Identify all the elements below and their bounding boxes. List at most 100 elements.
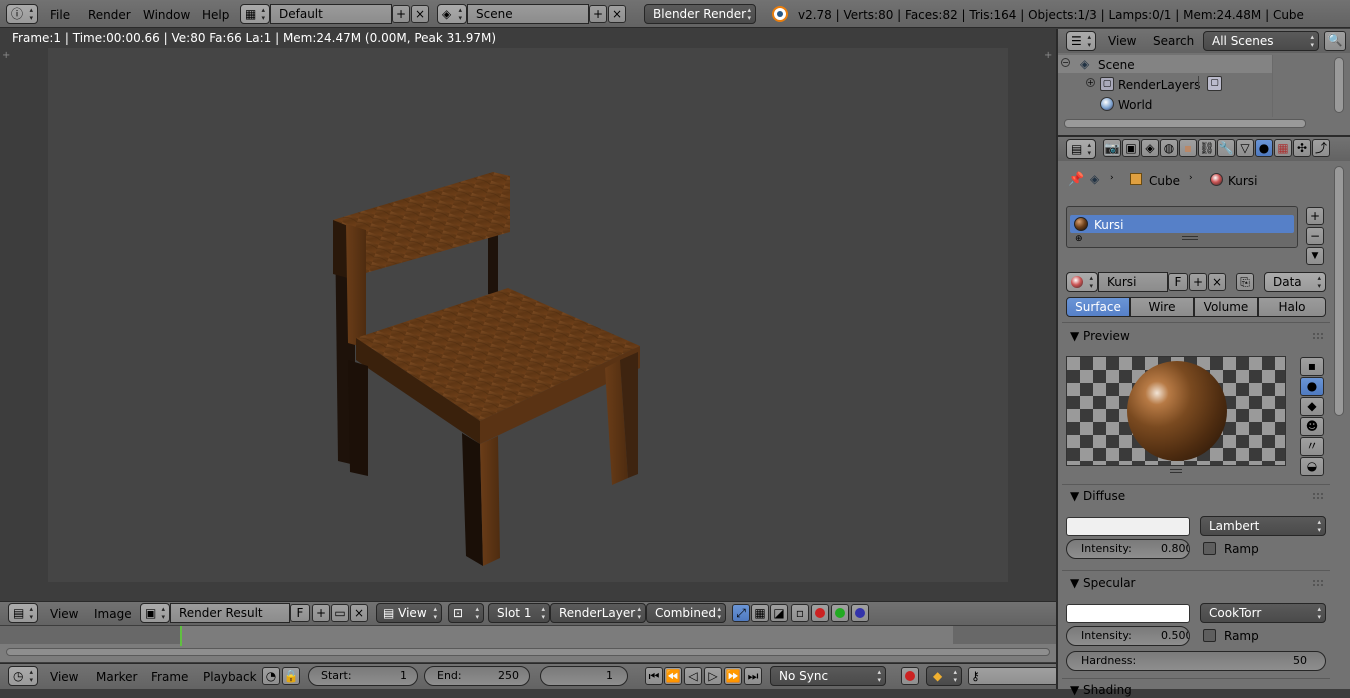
list-filter-icon[interactable]: ⊕: [1075, 234, 1083, 244]
tab-wire[interactable]: Wire: [1130, 297, 1194, 317]
display-alpha-button[interactable]: ▦: [751, 604, 769, 622]
keying-set-dropdown[interactable]: ◆: [926, 666, 962, 686]
list-resize-handle[interactable]: [1182, 236, 1198, 240]
display-zbuffer-button[interactable]: ◪: [770, 604, 788, 622]
physics-tab-icon[interactable]: ⤴: [1312, 139, 1330, 157]
tab-halo[interactable]: Halo: [1258, 297, 1326, 317]
start-frame-field[interactable]: Start: 1: [308, 666, 418, 686]
specular-shader-dropdown[interactable]: CookTorr: [1200, 603, 1326, 623]
add-material-slot-button[interactable]: +: [1306, 207, 1324, 225]
red-channel-button[interactable]: [811, 604, 829, 622]
sync-mode-dropdown[interactable]: No Sync: [770, 666, 886, 686]
modifiers-tab-icon[interactable]: 🔧: [1217, 139, 1235, 157]
preview-panel-header[interactable]: ▼ Preview: [1070, 328, 1130, 344]
expand-icon[interactable]: +: [1086, 78, 1095, 87]
timeline-editor-type-button[interactable]: ◷: [8, 666, 38, 686]
menu-file[interactable]: File: [50, 7, 70, 23]
pivot-dropdown[interactable]: ⊡: [448, 603, 484, 623]
jump-keyframe-back-button[interactable]: ⏪: [664, 667, 682, 685]
outliner-item-renderlayers[interactable]: RenderLayers: [1118, 77, 1200, 93]
new-material-button[interactable]: +: [1189, 273, 1207, 291]
timeline-menu-playback[interactable]: Playback: [203, 669, 257, 685]
jump-end-button[interactable]: ⏭: [744, 667, 762, 685]
current-frame-field[interactable]: 1: [540, 666, 628, 686]
texture-tab-icon[interactable]: ▦: [1274, 139, 1292, 157]
add-scene-button[interactable]: +: [589, 5, 607, 23]
particles-tab-icon[interactable]: ✣: [1293, 139, 1311, 157]
constraints-tab-icon[interactable]: ⛓: [1198, 139, 1216, 157]
display-channels-button[interactable]: ▫: [791, 604, 809, 622]
menu-window[interactable]: Window: [143, 7, 190, 23]
image-menu-view[interactable]: View: [50, 606, 78, 622]
properties-vscrollbar[interactable]: [1334, 166, 1344, 416]
scene-icon-button[interactable]: ◈: [437, 4, 467, 24]
unlink-material-button[interactable]: ×: [1208, 273, 1226, 291]
area-split-corner-icon[interactable]: +: [2, 50, 10, 61]
material-link-dropdown[interactable]: Data: [1264, 272, 1326, 292]
specular-intensity-slider[interactable]: Intensity: 0.500: [1066, 626, 1190, 646]
timeline-scrollbar[interactable]: [6, 648, 1050, 656]
record-button[interactable]: [901, 667, 919, 685]
render-tab-icon[interactable]: 📷: [1103, 139, 1121, 157]
current-frame-marker[interactable]: [180, 626, 182, 646]
timeline-menu-frame[interactable]: Frame: [151, 669, 188, 685]
remove-scene-button[interactable]: ×: [608, 5, 626, 23]
scene-tab-icon[interactable]: ◈: [1141, 139, 1159, 157]
data-tab-icon[interactable]: ▽: [1236, 139, 1254, 157]
render-layers-tab-icon[interactable]: ▣: [1122, 139, 1140, 157]
panel-drag-handle-icon[interactable]: [1313, 493, 1323, 499]
outliner-menu-search[interactable]: Search: [1153, 33, 1194, 49]
preview-sky-button[interactable]: ◒: [1300, 457, 1324, 476]
editor-type-info-button[interactable]: ⓘ: [6, 4, 38, 24]
outliner-vscrollbar[interactable]: [1334, 57, 1344, 113]
jump-keyframe-forward-button[interactable]: ⏩: [724, 667, 742, 685]
blue-channel-button[interactable]: [851, 604, 869, 622]
unlink-image-button[interactable]: ×: [350, 604, 368, 622]
green-channel-button[interactable]: [831, 604, 849, 622]
preview-monkey-button[interactable]: ☻: [1300, 417, 1324, 436]
material-fake-user-button[interactable]: F: [1168, 273, 1188, 291]
outliner-menu-view[interactable]: View: [1108, 33, 1136, 49]
image-browse-button[interactable]: ▣: [140, 603, 170, 623]
preview-sphere-button[interactable]: ●: [1300, 377, 1324, 396]
remove-material-slot-button[interactable]: −: [1306, 227, 1324, 245]
preview-resize-handle[interactable]: [1170, 469, 1182, 473]
outliner-hscrollbar[interactable]: [1064, 119, 1306, 128]
material-tab-icon[interactable]: ●: [1255, 139, 1273, 157]
image-editor-type-button[interactable]: ▤: [8, 603, 38, 623]
specular-ramp-checkbox[interactable]: [1203, 629, 1216, 642]
diffuse-color-swatch[interactable]: [1066, 517, 1190, 536]
render-layer-icon[interactable]: ▢: [1207, 76, 1222, 91]
timeline-menu-marker[interactable]: Marker: [96, 669, 137, 685]
end-frame-field[interactable]: End: 250: [424, 666, 530, 686]
scene-field[interactable]: Scene: [467, 4, 589, 24]
render-pass-dropdown[interactable]: Combined: [646, 603, 726, 623]
play-button[interactable]: ▷: [704, 667, 722, 685]
material-name-field[interactable]: Kursi: [1098, 272, 1168, 292]
outliner-search-button[interactable]: 🔍: [1324, 31, 1346, 51]
screen-layout-icon-button[interactable]: ▦: [240, 4, 270, 24]
preview-range-button[interactable]: ◔: [262, 667, 280, 685]
properties-editor-type-button[interactable]: ▤: [1066, 139, 1096, 159]
area-split-corner-icon[interactable]: +: [1044, 50, 1052, 61]
diffuse-intensity-slider[interactable]: Intensity: 0.800: [1066, 539, 1190, 559]
preview-hair-button[interactable]: 〃: [1300, 437, 1324, 456]
panel-drag-handle-icon[interactable]: [1313, 580, 1323, 586]
outliner-editor-type-button[interactable]: ☰: [1066, 31, 1096, 51]
display-color-alpha-button[interactable]: ⤢: [732, 604, 750, 622]
specular-panel-header[interactable]: ▼ Specular: [1070, 575, 1136, 591]
outliner-display-mode-dropdown[interactable]: All Scenes: [1203, 31, 1319, 51]
lock-time-cursor-button[interactable]: 🔒: [282, 667, 300, 685]
tab-volume[interactable]: Volume: [1194, 297, 1258, 317]
image-menu-image[interactable]: Image: [94, 606, 132, 622]
slot-dropdown[interactable]: Slot 1: [488, 603, 550, 623]
preview-cube-button[interactable]: ◆: [1300, 397, 1324, 416]
menu-help[interactable]: Help: [202, 7, 229, 23]
timeline-menu-view[interactable]: View: [50, 669, 78, 685]
open-image-button[interactable]: ▭: [331, 604, 349, 622]
specular-hardness-field[interactable]: Hardness: 50: [1066, 651, 1326, 671]
material-slot-specials-button[interactable]: ▼: [1306, 247, 1324, 265]
world-tab-icon[interactable]: ◍: [1160, 139, 1178, 157]
menu-render[interactable]: Render: [88, 7, 131, 23]
image-fake-user-button[interactable]: F: [290, 604, 310, 622]
